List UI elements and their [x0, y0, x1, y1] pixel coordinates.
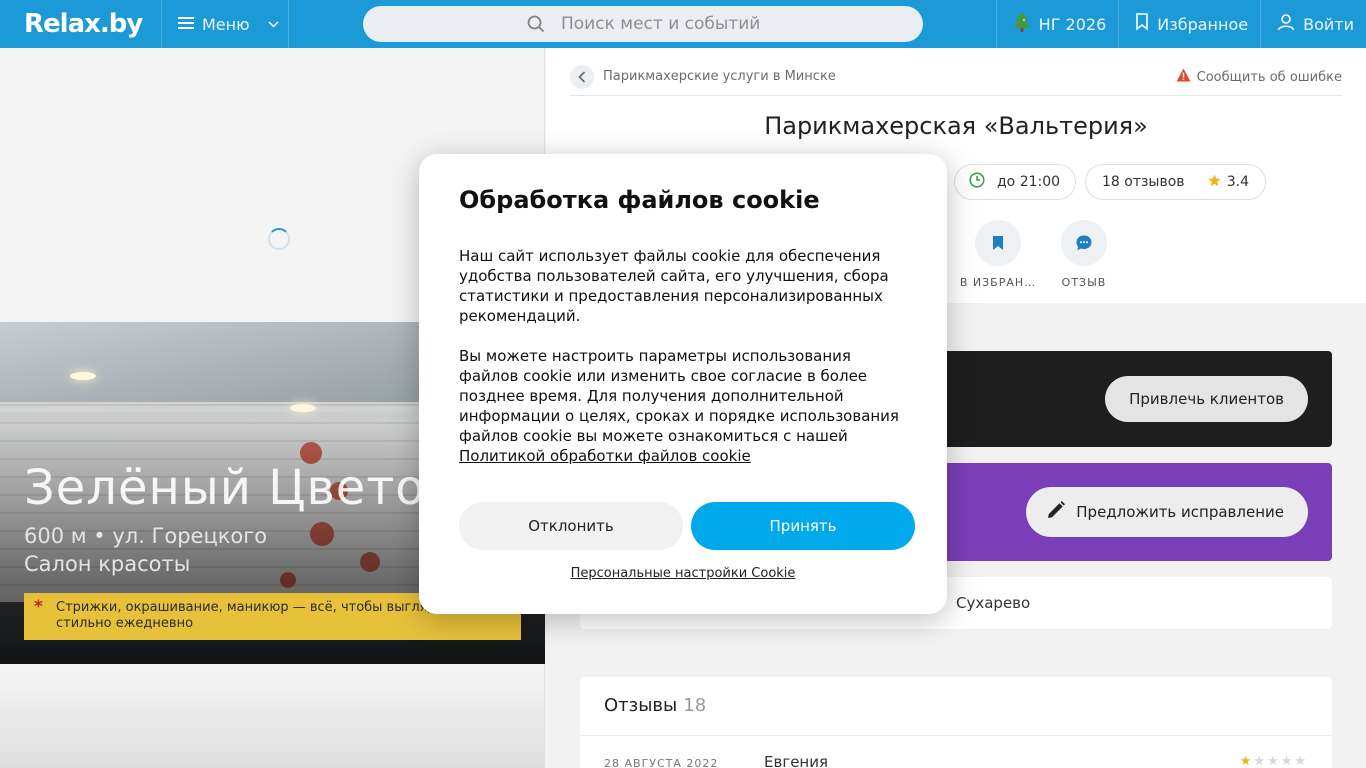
accept-button[interactable]: Принять — [691, 502, 915, 550]
cookie-text-1: Наш сайт использует файлы cookie для обе… — [459, 247, 889, 325]
cookie-title: Обработка файлов cookie — [459, 186, 820, 214]
cookie-text-2: Вы можете настроить параметры использова… — [459, 346, 907, 466]
cookie-buttons: Отклонить Принять — [459, 502, 915, 550]
cookie-dialog: Обработка файлов cookie Наш сайт использ… — [419, 154, 947, 614]
decline-button[interactable]: Отклонить — [459, 502, 683, 550]
personal-cookie-settings-link[interactable]: Персональные настройки Cookie — [419, 566, 947, 581]
cookie-text-2-body: Вы можете настроить параметры использова… — [459, 347, 899, 445]
cookie-policy-link[interactable]: Политикой обработки файлов cookie — [459, 447, 751, 465]
